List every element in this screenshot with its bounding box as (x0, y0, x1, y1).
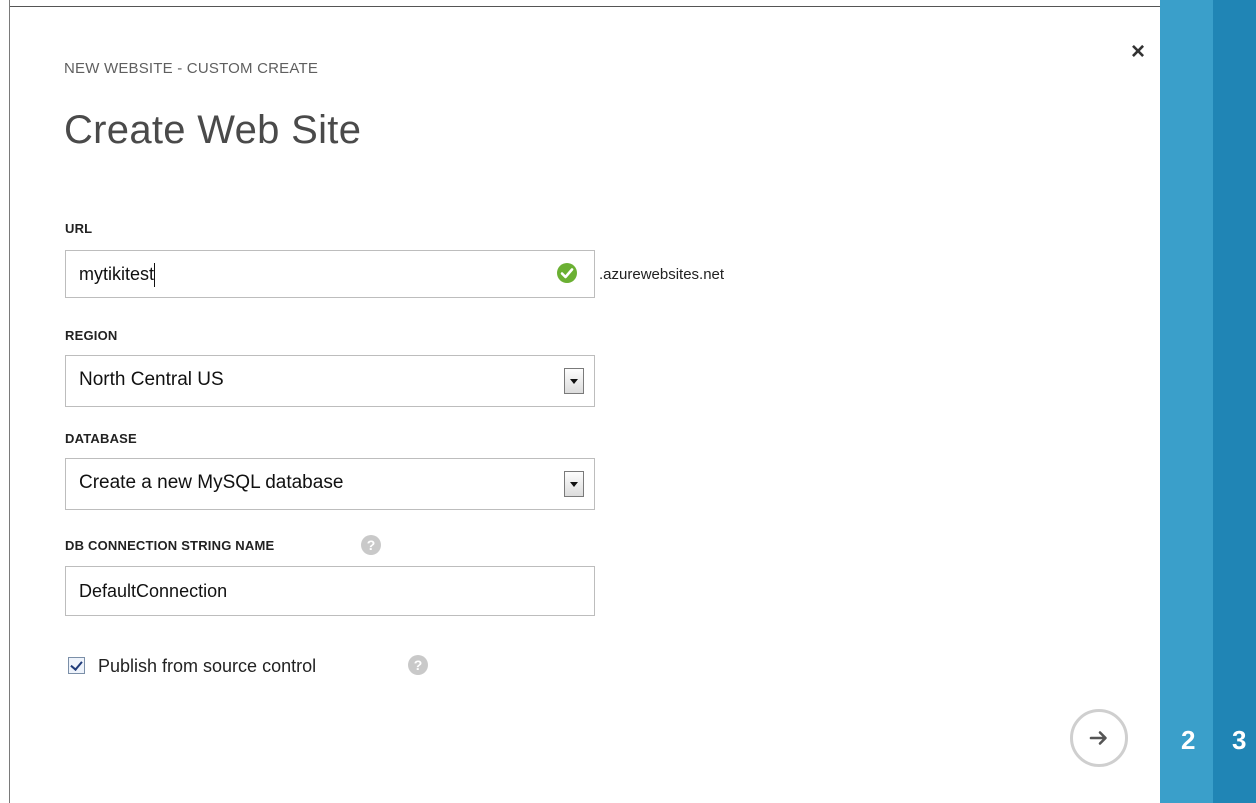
question-mark-icon[interactable]: ? (361, 535, 381, 555)
publish-checkbox[interactable] (68, 657, 85, 674)
region-label: REGION (65, 328, 118, 343)
db-connection-label: DB CONNECTION STRING NAME (65, 538, 275, 553)
database-selected-value: Create a new MySQL database (79, 472, 344, 493)
close-button[interactable]: × (1125, 39, 1151, 65)
url-label: URL (65, 221, 93, 236)
page-title: Create Web Site (64, 108, 362, 152)
database-select[interactable]: Create a new MySQL database (65, 458, 595, 510)
wizard-step-number: 3 (1232, 725, 1247, 755)
dialog-subtitle: NEW WEBSITE - CUSTOM CREATE (64, 60, 319, 77)
region-select[interactable]: North Central US (65, 355, 595, 407)
wizard-step-2[interactable]: 2 (1160, 0, 1213, 803)
db-connection-input[interactable]: DefaultConnection (65, 566, 595, 616)
database-label: DATABASE (65, 431, 137, 446)
next-button[interactable] (1070, 709, 1128, 767)
text-cursor (154, 263, 156, 288)
check-circle-icon (557, 263, 577, 283)
url-input-value: mytikitest (79, 264, 155, 284)
chevron-down-icon[interactable] (564, 471, 584, 497)
arrow-right-icon (1089, 731, 1107, 745)
chevron-down-icon[interactable] (564, 368, 584, 394)
publish-checkbox-label[interactable]: Publish from source control (98, 656, 316, 677)
question-mark-icon[interactable]: ? (408, 655, 428, 675)
url-domain-suffix: .azurewebsites.net (599, 266, 725, 283)
background-edge (0, 0, 10, 803)
region-selected-value: North Central US (79, 369, 224, 390)
wizard-step-number: 2 (1181, 725, 1196, 755)
wizard-step-3[interactable]: 3 (1213, 0, 1256, 803)
db-connection-value: DefaultConnection (79, 581, 228, 601)
url-input[interactable]: mytikitest (65, 250, 595, 298)
